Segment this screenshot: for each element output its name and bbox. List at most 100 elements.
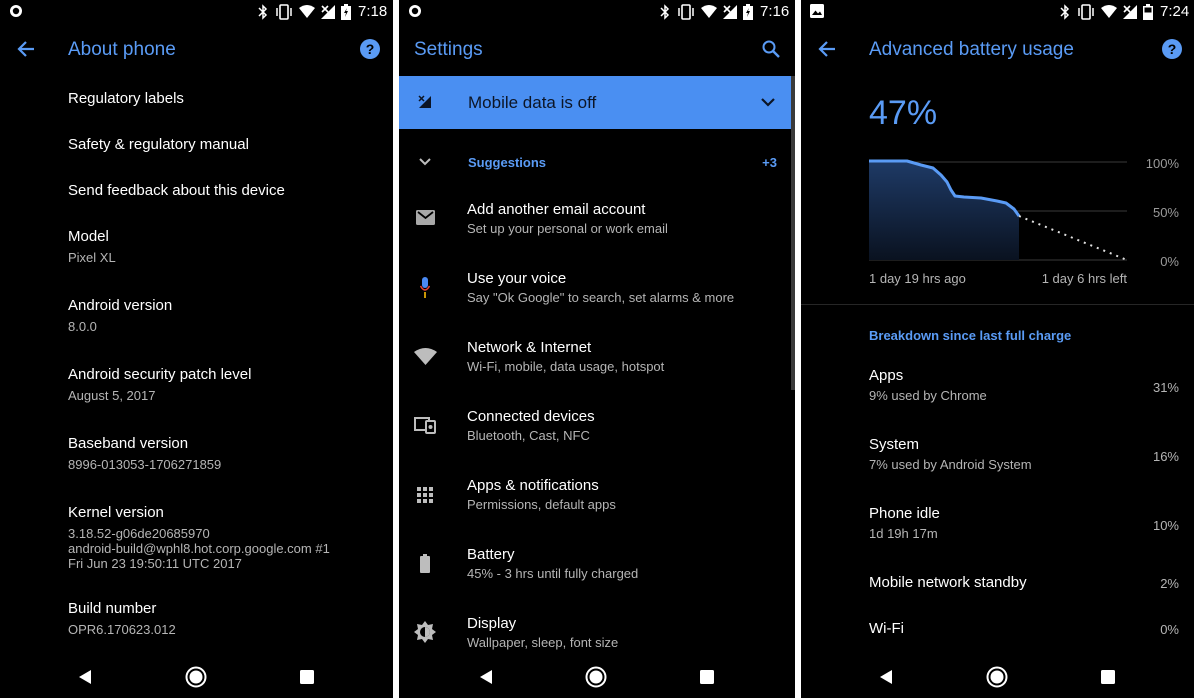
nav-recents-icon[interactable]: [300, 670, 314, 684]
network-internet-item[interactable]: Network & Internet Wi-Fi, mobile, data u…: [467, 339, 785, 374]
item-title: Display: [467, 615, 517, 632]
row-subtitle: 9% used by Chrome: [869, 388, 987, 403]
usage-value: 16%: [1152, 449, 1179, 464]
help-icon[interactable]: ?: [360, 39, 380, 59]
signal-off-icon: [418, 95, 431, 108]
vibrate-icon: [1078, 4, 1094, 20]
display-item[interactable]: Display Wallpaper, sleep, font size: [467, 615, 785, 650]
status-bar: 7:24: [801, 0, 1194, 24]
item-title: Android security patch level: [68, 366, 252, 383]
apps-grid-icon: [417, 487, 433, 503]
apps-notifications-item[interactable]: Apps & notifications Permissions, defaul…: [467, 477, 785, 512]
usage-value: 10%: [1152, 518, 1179, 533]
item-title: Connected devices: [467, 408, 595, 425]
page-title: Advanced battery usage: [869, 39, 1074, 60]
send-feedback-item[interactable]: Send feedback about this device: [68, 182, 383, 199]
item-title: Baseband version: [68, 435, 189, 452]
page-title: Settings: [414, 39, 483, 60]
wifi-status-icon: [299, 5, 315, 18]
baseband-version-item: Baseband version 8996-013053-1706271859: [68, 435, 383, 472]
nav-back-icon[interactable]: [479, 669, 493, 685]
item-subtitle: 45% - 3 hrs until fully charged: [467, 566, 639, 581]
chevron-down-icon[interactable]: [419, 158, 431, 166]
search-icon[interactable]: [762, 40, 780, 58]
row-title: Mobile network standby: [869, 574, 1027, 591]
item-value: Pixel XL: [68, 250, 116, 265]
x-label-start: 1 day 19 hrs ago: [869, 271, 966, 286]
banner-text: Mobile data is off: [468, 93, 597, 112]
mobile-data-off-banner[interactable]: Mobile data is off: [399, 76, 792, 129]
row-title: Phone idle: [869, 505, 940, 522]
usage-row-system[interactable]: System 7% used by Android System: [869, 436, 1184, 472]
battery-history-graph: [869, 159, 1128, 261]
status-time: 7:24: [1160, 3, 1190, 20]
suggestions-header[interactable]: Suggestions: [468, 155, 546, 170]
scrollbar[interactable]: [791, 76, 795, 390]
microphone-icon: [420, 277, 430, 298]
wifi-status-icon: [701, 5, 717, 18]
item-title: Android version: [68, 297, 173, 314]
usage-value: 0%: [1160, 622, 1179, 637]
item-subtitle: Wi-Fi, mobile, data usage, hotspot: [467, 359, 665, 374]
battery-projection-line: [1018, 215, 1128, 261]
nav-home-icon[interactable]: [986, 666, 1008, 688]
status-bar: 7:16: [399, 0, 795, 24]
usage-row-phone-idle[interactable]: Phone idle 1d 19h 17m: [869, 505, 1184, 541]
model-item: Model Pixel XL: [68, 228, 383, 265]
signal-off-icon: [1123, 5, 1137, 19]
suggestions-count: +3: [762, 155, 777, 170]
navigation-bar: [801, 658, 1194, 698]
build-number-item[interactable]: Build number OPR6.170623.012: [68, 600, 383, 637]
item-subtitle: Set up your personal or work email: [467, 221, 668, 236]
chevron-down-icon[interactable]: [761, 98, 775, 107]
regulatory-labels-item[interactable]: Regulatory labels: [68, 90, 383, 107]
item-value: August 5, 2017: [68, 388, 156, 403]
brightness-icon: [414, 621, 436, 643]
item-title: Add another email account: [467, 201, 646, 218]
item-title: Network & Internet: [467, 339, 592, 356]
nav-recents-icon[interactable]: [1101, 670, 1115, 684]
usage-row-apps[interactable]: Apps 9% used by Chrome: [869, 367, 1184, 403]
connected-devices-item[interactable]: Connected devices Bluetooth, Cast, NFC: [467, 408, 785, 443]
divider: [801, 304, 1194, 305]
android-version-item[interactable]: Android version 8.0.0: [68, 297, 383, 334]
security-patch-item: Android security patch level August 5, 2…: [68, 366, 383, 403]
add-email-account-item[interactable]: Add another email account Set up your pe…: [467, 201, 785, 236]
y-label-100: 100%: [1145, 156, 1179, 171]
back-arrow-icon[interactable]: [16, 40, 36, 58]
usage-row-mobile-network-standby[interactable]: Mobile network standby: [869, 574, 1184, 591]
nav-back-icon[interactable]: [78, 669, 92, 685]
safety-manual-item[interactable]: Safety & regulatory manual: [68, 136, 383, 153]
item-title: Safety & regulatory manual: [68, 136, 249, 153]
battery-charging-status-icon: [743, 4, 753, 20]
status-time: 7:16: [760, 3, 790, 20]
use-your-voice-item[interactable]: Use your voice Say "Ok Google" to search…: [467, 270, 785, 305]
row-subtitle: 1d 19h 17m: [869, 526, 938, 541]
notification-dot-icon: [10, 5, 22, 17]
nav-home-icon[interactable]: [585, 666, 607, 688]
usage-row-wifi[interactable]: Wi-Fi: [869, 620, 1184, 637]
kernel-version-item: Kernel version 3.18.52-g06de20685970 and…: [68, 504, 383, 571]
nav-back-icon[interactable]: [879, 669, 893, 685]
bluetooth-icon: [1060, 4, 1070, 20]
item-value-line: Fri Jun 23 19:50:11 UTC 2017: [68, 556, 242, 571]
svg-text:?: ?: [366, 41, 375, 57]
nav-home-icon[interactable]: [185, 666, 207, 688]
battery-status-icon: [1143, 4, 1153, 20]
page-title: About phone: [68, 39, 176, 60]
help-icon[interactable]: ?: [1162, 39, 1182, 59]
usage-value: 31%: [1152, 380, 1179, 395]
status-time: 7:18: [358, 3, 388, 20]
vibrate-icon: [276, 4, 292, 20]
nav-recents-icon[interactable]: [700, 670, 714, 684]
y-label-50: 50%: [1152, 205, 1179, 220]
notification-dot-icon: [409, 5, 421, 17]
usage-value: 2%: [1160, 576, 1179, 591]
item-title: Send feedback about this device: [68, 182, 285, 199]
battery-icon: [420, 554, 430, 573]
battery-item[interactable]: Battery 45% - 3 hrs until fully charged: [467, 546, 785, 581]
navigation-bar: [0, 658, 393, 698]
bluetooth-icon: [258, 4, 268, 20]
back-arrow-icon[interactable]: [817, 40, 837, 58]
y-label-0: 0%: [1160, 254, 1179, 269]
